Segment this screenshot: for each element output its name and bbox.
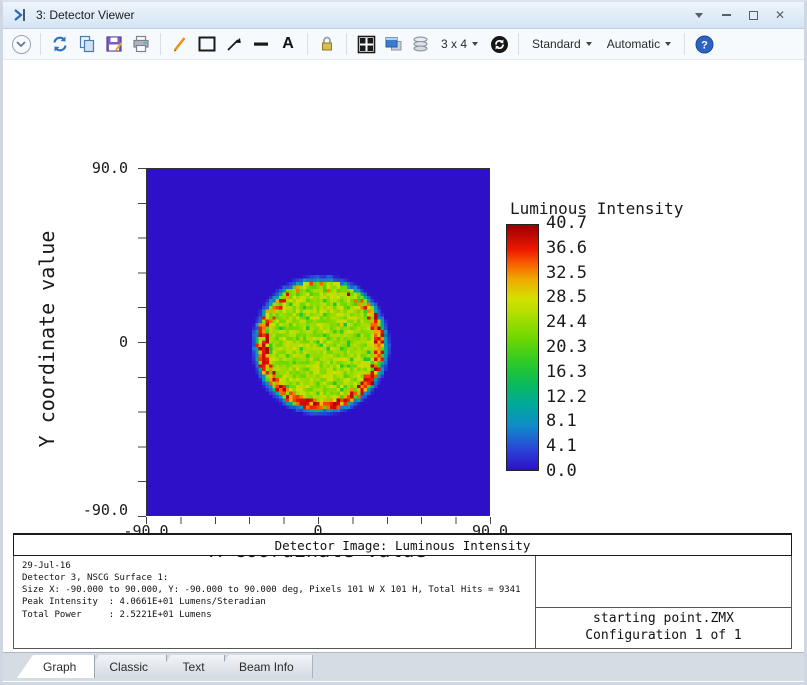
toolbar-separator xyxy=(518,33,519,55)
chevron-down-icon xyxy=(695,13,703,18)
colorbar-tick-label: 40.7 xyxy=(546,215,587,232)
settings-expander-button[interactable] xyxy=(9,32,33,56)
window-menu-button[interactable] xyxy=(691,7,707,23)
refresh-button[interactable] xyxy=(48,32,72,56)
info-line: Size X: -90.000 to 90.000, Y: -90.000 to… xyxy=(22,584,527,596)
maximize-icon xyxy=(749,11,758,20)
save-icon xyxy=(105,35,123,53)
quad-grid-icon xyxy=(357,35,376,54)
refresh-icon xyxy=(51,35,69,53)
toolbar-separator xyxy=(346,33,347,55)
info-line: Total Power : 2.5221E+01 Lumens xyxy=(22,609,527,621)
image-window-icon xyxy=(384,35,403,53)
colorbar-tick-label: 16.3 xyxy=(546,364,587,381)
chevron-down-circle-icon xyxy=(12,35,31,54)
standard-dropdown[interactable]: Standard xyxy=(526,32,598,56)
toolbar-separator xyxy=(160,33,161,55)
colorbar xyxy=(506,224,539,471)
grid-layout-label: 3 x 4 xyxy=(441,37,467,51)
configurations-button[interactable] xyxy=(408,32,432,56)
minimize-icon xyxy=(722,14,731,16)
toolbar-separator xyxy=(40,33,41,55)
lock-button[interactable] xyxy=(315,32,339,56)
detector-viewer-icon xyxy=(13,7,29,23)
titlebar[interactable]: 3: Detector Viewer ✕ xyxy=(3,2,804,29)
legend-title: Luminous Intensity xyxy=(510,199,683,218)
arrow-tool-button[interactable] xyxy=(222,32,246,56)
file-name: starting point.ZMX xyxy=(593,611,734,628)
pencil-tool-button[interactable] xyxy=(168,32,192,56)
fit-window-button[interactable] xyxy=(354,32,378,56)
colorbar-tick-label: 12.2 xyxy=(546,389,587,406)
detector-viewer-window: 3: Detector Viewer ✕ xyxy=(0,0,807,685)
grid-layout-dropdown[interactable]: 3 x 4 xyxy=(435,32,484,56)
toolbar-separator xyxy=(684,33,685,55)
info-line: Peak Intensity : 4.0661E+01 Lumens/Stera… xyxy=(22,596,527,608)
toolbar-separator xyxy=(307,33,308,55)
colorbar-tick-label: 4.1 xyxy=(546,438,587,455)
copy-button[interactable] xyxy=(75,32,99,56)
minimize-button[interactable] xyxy=(718,7,734,23)
arrow-icon xyxy=(225,35,243,53)
layers-icon xyxy=(411,35,430,53)
help-icon: ? xyxy=(695,35,714,54)
automatic-dropdown-label: Automatic xyxy=(607,37,660,51)
annotation-panel: Detector Image: Luminous Intensity 29-Ju… xyxy=(13,533,792,650)
tab-classic[interactable]: Classic xyxy=(83,655,167,678)
chevron-down-icon xyxy=(472,42,478,46)
copy-icon xyxy=(78,35,96,53)
colorbar-tick-label: 8.1 xyxy=(546,413,587,430)
y-tick-label: -90.0 xyxy=(76,501,128,519)
y-tick-label: 90.0 xyxy=(76,159,128,177)
colorbar-tick-label: 24.4 xyxy=(546,314,587,331)
graph-pane: 90.0 0 -90.0 -90.0 0 90.0 Y coordinate v… xyxy=(3,61,804,532)
y-tick-label: 0 xyxy=(76,333,128,351)
tab-beam-info[interactable]: Beam Info xyxy=(213,655,313,678)
close-button[interactable]: ✕ xyxy=(772,7,788,23)
tab-bar: Graph Classic Text Beam Info xyxy=(3,652,804,681)
copy-image-button[interactable] xyxy=(381,32,405,56)
chevron-down-icon xyxy=(586,42,592,46)
automatic-dropdown[interactable]: Automatic xyxy=(601,32,677,56)
rectangle-icon xyxy=(197,35,217,53)
maximize-button[interactable] xyxy=(745,7,761,23)
print-icon xyxy=(132,35,150,53)
blank-cell xyxy=(536,556,792,608)
invert-circle-icon xyxy=(490,35,509,54)
colorbar-labels: 40.7 36.6 32.5 28.5 24.4 20.3 16.3 12.2 … xyxy=(546,215,587,480)
info-line: 29-Jul-16 xyxy=(22,560,527,572)
colorbar-tick-label: 32.5 xyxy=(546,265,587,282)
colorbar-tick-label: 0.0 xyxy=(546,463,587,480)
chevron-down-icon xyxy=(665,42,671,46)
colorbar-tick-label: 36.6 xyxy=(546,240,587,257)
window-title: 3: Detector Viewer xyxy=(36,8,135,22)
configuration-label: Configuration 1 of 1 xyxy=(585,628,742,645)
help-button[interactable]: ? xyxy=(692,32,716,56)
line-icon xyxy=(252,35,270,53)
standard-dropdown-label: Standard xyxy=(532,37,581,51)
toolbar: A xyxy=(3,29,804,60)
configuration-cell: starting point.ZMX Configuration 1 of 1 xyxy=(536,608,792,649)
save-button[interactable] xyxy=(102,32,126,56)
colorbar-tick-label: 28.5 xyxy=(546,289,587,306)
y-axis-ticks xyxy=(138,168,146,517)
detector-canvas xyxy=(147,169,489,515)
text-tool-button[interactable]: A xyxy=(276,32,300,56)
plot-header-title: Detector Image: Luminous Intensity xyxy=(13,533,792,556)
invert-colors-button[interactable] xyxy=(487,32,511,56)
y-axis-title: Y coordinate value xyxy=(35,231,59,448)
pencil-icon xyxy=(171,35,189,53)
tab-graph[interactable]: Graph xyxy=(17,655,95,678)
print-button[interactable] xyxy=(129,32,153,56)
svg-text:?: ? xyxy=(701,39,708,51)
lock-icon xyxy=(318,35,336,53)
line-tool-button[interactable] xyxy=(249,32,273,56)
rectangle-tool-button[interactable] xyxy=(195,32,219,56)
detector-plot xyxy=(146,168,490,516)
info-line: Detector 3, NSCG Surface 1: xyxy=(22,572,527,584)
detector-info-text: 29-Jul-16Detector 3, NSCG Surface 1:Size… xyxy=(13,556,536,649)
colorbar-tick-label: 20.3 xyxy=(546,339,587,356)
